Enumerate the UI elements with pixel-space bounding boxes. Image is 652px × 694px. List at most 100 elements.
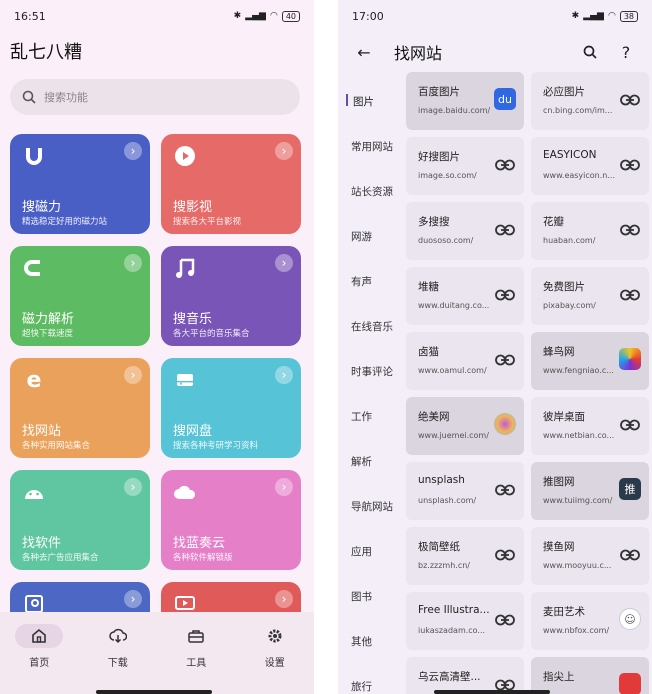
android-icon	[22, 480, 46, 504]
category-item[interactable]: 其他	[338, 618, 402, 663]
link-icon[interactable]	[494, 284, 516, 306]
category-item[interactable]: 时事评论	[338, 348, 402, 393]
tile-title: 找网站	[22, 424, 62, 439]
site-card[interactable]: 乌云高清壁...	[406, 657, 524, 694]
nav-item[interactable]: 下载	[79, 612, 158, 694]
site-card[interactable]: 百度图片 image.baidu.com/du	[406, 72, 524, 130]
feature-tile[interactable]: › 磁力解析 超快下载速度	[10, 246, 150, 346]
tile-description: 各大平台的音乐集合	[173, 329, 250, 339]
category-item[interactable]: 常用网站	[338, 123, 402, 168]
site-card[interactable]: 指尖上	[531, 657, 649, 694]
link-icon[interactable]	[619, 154, 641, 176]
play-icon	[173, 144, 197, 168]
site-card[interactable]: 堆糖 www.duitang.co...	[406, 267, 524, 325]
status-time-right: 17:00	[352, 9, 384, 23]
feature-tile[interactable]: › 搜磁力 精选稳定好用的磁力站	[10, 134, 150, 234]
category-item[interactable]: 站长资源	[338, 168, 402, 213]
site-card[interactable]: 极简壁纸 bz.zzzmh.cn/	[406, 527, 524, 585]
category-item[interactable]: 应用	[338, 528, 402, 573]
site-card[interactable]: 推图网 www.tuiimg.com/推	[531, 462, 649, 520]
site-name: 必应图片	[543, 86, 585, 98]
site-card[interactable]: unsplash unsplash.com/	[406, 462, 524, 520]
wifi-icon: ◠	[269, 11, 278, 21]
category-label: 在线音乐	[351, 321, 393, 333]
link-icon[interactable]	[619, 89, 641, 111]
link-icon[interactable]	[494, 479, 516, 501]
site-url: cn.bing.com/im...	[543, 106, 613, 115]
site-card[interactable]: 好搜图片 image.so.com/	[406, 137, 524, 195]
nav-item[interactable]: 工具	[157, 612, 236, 694]
nav-item[interactable]: 首页	[0, 612, 79, 694]
website-screen: 17:00 ✱ ▂▄▆ ◠ 38 ← 找网站 ? 图片 常用网站 站长资源 网游 有声在…	[338, 0, 652, 694]
search-icon[interactable]	[576, 38, 604, 66]
link-icon[interactable]	[619, 219, 641, 241]
category-label: 站长资源	[351, 186, 393, 198]
feature-tile[interactable]: › 搜网盘 搜索各种考研学习资料	[161, 358, 301, 458]
category-label: 应用	[351, 546, 372, 558]
feature-tile[interactable]: › 搜音乐 各大平台的音乐集合	[161, 246, 301, 346]
category-label: 时事评论	[351, 366, 393, 378]
category-item[interactable]: 导航网站	[338, 483, 402, 528]
nav-item[interactable]: 设置	[236, 612, 315, 694]
feature-tile[interactable]: e › 找网站 各种实用网站集合	[10, 358, 150, 458]
link-icon[interactable]	[494, 219, 516, 241]
category-item[interactable]: 网游	[338, 213, 402, 258]
site-name: 绝美网	[418, 411, 450, 423]
nav-label: 工具	[186, 658, 207, 669]
site-card[interactable]: 多搜搜 duososo.com/	[406, 202, 524, 260]
signal-icon: ▂▄▆	[245, 11, 266, 21]
site-name: 花瓣	[543, 216, 564, 228]
back-arrow-icon[interactable]: ←	[350, 38, 378, 66]
help-icon[interactable]: ?	[612, 38, 640, 66]
cloud-icon	[173, 480, 197, 504]
site-url: www.easyicon.n...	[543, 171, 615, 180]
category-item[interactable]: 有声	[338, 258, 402, 303]
link-icon[interactable]	[619, 414, 641, 436]
site-name: Free Illustra...	[418, 604, 490, 616]
category-item[interactable]: 解析	[338, 438, 402, 483]
home-icon	[15, 624, 64, 648]
site-card[interactable]: 花瓣 huaban.com/	[531, 202, 649, 260]
category-item[interactable]: 工作	[338, 393, 402, 438]
search-placeholder: 搜索功能	[44, 91, 88, 104]
link-icon[interactable]	[494, 154, 516, 176]
link-icon[interactable]	[494, 349, 516, 371]
status-bar: 16:51 ✱ ▂▄▆ ◠ 40	[0, 0, 314, 32]
category-item[interactable]: 图片	[338, 78, 402, 123]
feature-tile[interactable]: › 找蓝奏云 各种软件解锁版	[161, 470, 301, 570]
tile-description: 精选稳定好用的磁力站	[22, 217, 108, 227]
site-card[interactable]: 彼岸桌面 www.netbian.co...	[531, 397, 649, 455]
site-card[interactable]: 蜂鸟网 www.fengniao.c...	[531, 332, 649, 390]
top-app-bar: ← 找网站 ?	[338, 32, 652, 72]
site-card[interactable]: 卤猫 www.oamul.com/	[406, 332, 524, 390]
site-url: www.juemei.com/	[418, 431, 489, 440]
link-icon[interactable]	[494, 609, 516, 631]
site-card[interactable]: 免费图片 pixabay.com/	[531, 267, 649, 325]
category-item[interactable]: 旅行	[338, 663, 402, 694]
tile-title: 找蓝奏云	[173, 536, 226, 551]
site-card[interactable]: 绝美网 www.juemei.com/	[406, 397, 524, 455]
site-card[interactable]: 摸鱼网 www.mooyuu.c...	[531, 527, 649, 585]
cloud-download-icon	[94, 624, 142, 648]
site-name: unsplash	[418, 474, 465, 486]
site-card[interactable]: 必应图片 cn.bing.com/im...	[531, 72, 649, 130]
feature-tile[interactable]: › 找软件 各种去广告应用集合	[10, 470, 150, 570]
site-name: 好搜图片	[418, 151, 460, 163]
category-item[interactable]: 图书	[338, 573, 402, 618]
bluetooth-icon: ✱	[571, 11, 580, 21]
site-card[interactable]: 麦田艺术 www.nbfox.com/ ☺	[531, 592, 649, 650]
tile-description: 搜索各种考研学习资料	[173, 441, 259, 451]
site-name: 彼岸桌面	[543, 411, 585, 423]
site-name: 百度图片	[418, 86, 460, 98]
link-icon[interactable]	[619, 544, 641, 566]
page-title: 乱七八糟	[10, 42, 82, 63]
link-icon[interactable]	[494, 544, 516, 566]
search-input[interactable]: 搜索功能	[10, 79, 300, 115]
site-card[interactable]: Free Illustra... iukaszadam.co...	[406, 592, 524, 650]
tile-title: 找软件	[22, 536, 62, 551]
site-card[interactable]: EASYICON www.easyicon.n...	[531, 137, 649, 195]
battery-icon: 38	[619, 10, 638, 22]
link-icon[interactable]	[619, 284, 641, 306]
category-item[interactable]: 在线音乐	[338, 303, 402, 348]
feature-tile[interactable]: › 搜影视 搜索各大平台影视	[161, 134, 301, 234]
